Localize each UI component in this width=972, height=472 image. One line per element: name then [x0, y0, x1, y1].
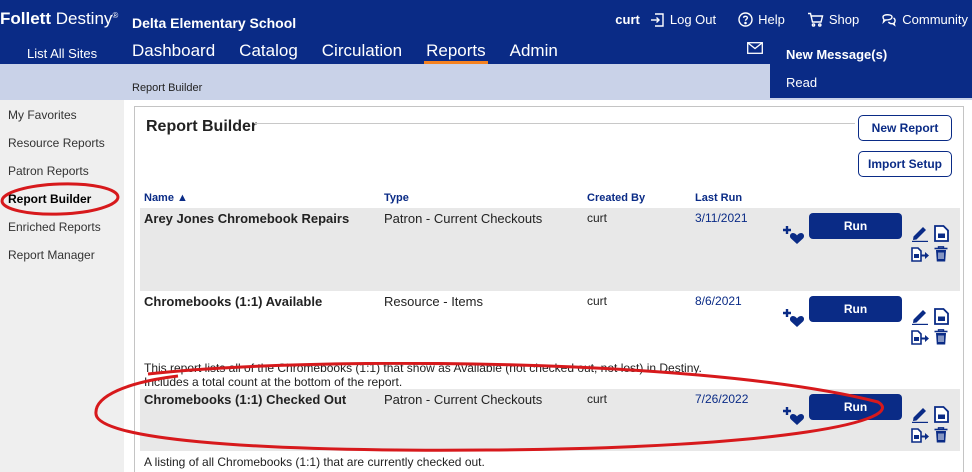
shop-label: Shop — [828, 12, 860, 27]
report-last-run[interactable]: 7/26/2022 — [695, 392, 748, 406]
table-row: Chromebooks (1:1) Checked Out Patron - C… — [140, 389, 960, 451]
report-created-by: curt — [587, 294, 608, 308]
add-to-favorites-icon[interactable] — [783, 225, 805, 245]
report-type: Patron - Current Checkouts — [384, 392, 543, 407]
user-utility-bar: curt Log Out Help Shop Community — [615, 12, 972, 27]
main-navigation: Dashboard Catalog Circulation Reports Ad… — [132, 42, 582, 64]
column-header-type[interactable]: Type — [384, 192, 409, 204]
view-report-document-icon[interactable] — [934, 225, 949, 242]
export-document-icon[interactable] — [911, 330, 929, 345]
report-description-line: A listing of all Chromebooks (1:1) that … — [144, 455, 485, 469]
report-description-line: Includes a total count at the bottom of … — [144, 375, 403, 389]
column-header-last-run[interactable]: Last Run — [695, 192, 742, 204]
export-document-icon[interactable] — [911, 428, 929, 443]
tab-dashboard[interactable]: Dashboard — [132, 42, 215, 64]
report-type: Patron - Current Checkouts — [384, 211, 543, 226]
breadcrumb[interactable]: Report Builder — [132, 82, 202, 94]
new-report-button[interactable]: New Report — [858, 115, 952, 141]
shop-link[interactable]: Shop — [807, 12, 859, 27]
report-name[interactable]: Chromebooks (1:1) Available — [144, 294, 322, 309]
import-setup-button[interactable]: Import Setup — [858, 151, 952, 177]
table-row: Chromebooks (1:1) Available Resource - I… — [140, 291, 960, 389]
report-last-run[interactable]: 8/6/2021 — [695, 294, 742, 308]
report-name[interactable]: Chromebooks (1:1) Checked Out — [144, 392, 346, 407]
main-content: Report Builder New Report Import Setup N… — [124, 100, 972, 472]
delete-trash-icon[interactable] — [934, 329, 948, 345]
help-icon — [738, 12, 753, 27]
add-to-favorites-icon[interactable] — [783, 406, 805, 426]
brand-registered-mark: ® — [112, 11, 119, 20]
sidebar: My Favorites Resource Reports Patron Rep… — [0, 100, 124, 472]
edit-pencil-icon[interactable] — [911, 225, 929, 242]
run-button[interactable]: Run — [809, 213, 902, 239]
report-builder-panel: Report Builder New Report Import Setup N… — [134, 106, 964, 472]
report-last-run[interactable]: 3/11/2021 — [695, 211, 748, 225]
run-button[interactable]: Run — [809, 296, 902, 322]
sidebar-item-resource-reports[interactable]: Resource Reports — [8, 136, 105, 150]
table-row: Arey Jones Chromebook Repairs Patron - C… — [140, 208, 960, 291]
delete-trash-icon[interactable] — [934, 427, 948, 443]
logout-label: Log Out — [669, 12, 717, 27]
username[interactable]: curt — [615, 12, 640, 27]
edit-pencil-icon[interactable] — [911, 308, 929, 325]
help-label: Help — [758, 12, 785, 27]
community-label: Community — [902, 12, 968, 27]
sidebar-item-report-manager[interactable]: Report Manager — [8, 248, 95, 262]
delete-trash-icon[interactable] — [934, 246, 948, 262]
column-header-created-by[interactable]: Created By — [587, 192, 645, 204]
view-report-document-icon[interactable] — [934, 406, 949, 423]
new-messages-link[interactable]: New Message(s) — [786, 47, 887, 62]
messages-dropdown: New Message(s) Read — [770, 40, 972, 98]
follett-destiny-logo[interactable]: Follett Destiny® — [0, 9, 118, 29]
edit-pencil-icon[interactable] — [911, 406, 929, 423]
community-icon — [882, 14, 897, 27]
sidebar-item-my-favorites[interactable]: My Favorites — [8, 108, 77, 122]
mail-icon[interactable] — [747, 42, 763, 54]
brand-rest: Destiny — [51, 9, 113, 28]
run-button[interactable]: Run — [809, 394, 902, 420]
report-description-line: This report lists all of the Chromebooks… — [144, 361, 702, 375]
column-header-name[interactable]: Name ▲ — [144, 192, 188, 204]
tab-catalog[interactable]: Catalog — [239, 42, 298, 64]
tab-admin[interactable]: Admin — [510, 42, 558, 64]
logout-icon — [650, 12, 664, 27]
read-messages-link[interactable]: Read — [786, 75, 817, 90]
shopping-cart-icon — [807, 12, 824, 27]
brand-bold: Follett — [0, 9, 51, 28]
sidebar-item-patron-reports[interactable]: Patron Reports — [8, 164, 89, 178]
view-report-document-icon[interactable] — [934, 308, 949, 325]
report-type: Resource - Items — [384, 294, 483, 309]
community-link[interactable]: Community — [881, 12, 968, 27]
report-created-by: curt — [587, 392, 608, 406]
sidebar-item-report-builder[interactable]: Report Builder — [8, 192, 91, 206]
tab-circulation[interactable]: Circulation — [322, 42, 402, 64]
title-divider — [255, 123, 855, 124]
page-title: Report Builder — [146, 118, 258, 135]
school-name: Delta Elementary School — [132, 15, 297, 31]
logout-link[interactable]: Log Out — [650, 12, 716, 27]
export-document-icon[interactable] — [911, 247, 929, 262]
tab-reports[interactable]: Reports — [424, 42, 488, 64]
add-to-favorites-icon[interactable] — [783, 308, 805, 328]
list-all-sites-link[interactable]: List All Sites — [27, 46, 97, 61]
help-link[interactable]: Help — [738, 12, 785, 27]
report-name[interactable]: Arey Jones Chromebook Repairs — [144, 211, 349, 226]
sidebar-item-enriched-reports[interactable]: Enriched Reports — [8, 220, 101, 234]
report-created-by: curt — [587, 211, 608, 225]
